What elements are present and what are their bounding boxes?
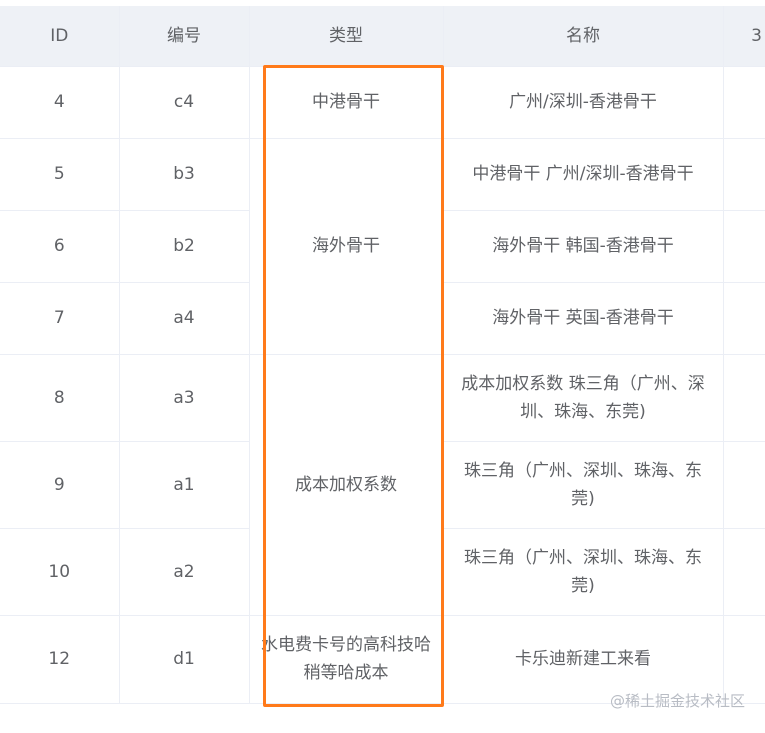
- cell-name: 广州/深圳-香港骨干: [443, 66, 724, 139]
- cell-extra: [723, 354, 765, 442]
- header-code[interactable]: 编号: [119, 6, 250, 67]
- cell-code: a4: [119, 282, 250, 355]
- header-extra[interactable]: 3: [723, 6, 765, 67]
- cell-extra: [723, 441, 765, 529]
- cell-type-merged: 成本加权系数: [249, 354, 444, 616]
- cell-name: 珠三角（广州、深圳、珠海、东莞): [443, 528, 724, 616]
- table-header-row: ID 编号 类型 名称 3: [0, 6, 765, 67]
- header-id[interactable]: ID: [0, 6, 120, 67]
- watermark: @稀土掘金技术社区: [609, 692, 745, 710]
- cell-name: 珠三角（广州、深圳、珠海、东莞): [443, 441, 724, 529]
- cell-code: d1: [119, 615, 250, 704]
- cell-code: a2: [119, 528, 250, 616]
- cell-name: 中港骨干 广州/深圳-香港骨干: [443, 138, 724, 211]
- cell-id: 4: [0, 66, 120, 139]
- cell-id: 10: [0, 528, 120, 616]
- cell-name: 成本加权系数 珠三角（广州、深圳、珠海、东莞): [443, 354, 724, 442]
- cell-id: 12: [0, 615, 120, 704]
- cell-code: b3: [119, 138, 250, 211]
- cell-id: 9: [0, 441, 120, 529]
- cell-code: c4: [119, 66, 250, 139]
- table-row: 8 a3 成本加权系数 成本加权系数 珠三角（广州、深圳、珠海、东莞): [0, 354, 765, 616]
- cell-id: 6: [0, 210, 120, 283]
- cell-code: a3: [119, 354, 250, 442]
- cell-extra: [723, 66, 765, 139]
- cell-type-merged: 海外骨干: [249, 138, 444, 355]
- table-row: 4 c4 中港骨干 广州/深圳-香港骨干: [0, 66, 765, 139]
- cell-type: 水电费卡号的高科技哈稍等哈成本: [249, 615, 444, 704]
- cell-code: b2: [119, 210, 250, 283]
- cell-code: a1: [119, 441, 250, 529]
- cell-id: 8: [0, 354, 120, 442]
- table-row: 5 b3 海外骨干 中港骨干 广州/深圳-香港骨干: [0, 138, 765, 355]
- cell-id: 7: [0, 282, 120, 355]
- cell-extra: [723, 282, 765, 355]
- cell-extra: [723, 138, 765, 211]
- cell-extra: [723, 210, 765, 283]
- cell-name: 海外骨干 英国-香港骨干: [443, 282, 724, 355]
- cell-extra: [723, 528, 765, 616]
- cell-type: 中港骨干: [249, 66, 444, 139]
- cell-name: 海外骨干 韩国-香港骨干: [443, 210, 724, 283]
- header-name[interactable]: 名称: [443, 6, 724, 67]
- header-type[interactable]: 类型: [249, 6, 444, 67]
- data-table: ID 编号 类型 名称 3 4 c4 中港骨干 广州/深圳-香港骨干 5 b3 …: [0, 6, 765, 704]
- cell-id: 5: [0, 138, 120, 211]
